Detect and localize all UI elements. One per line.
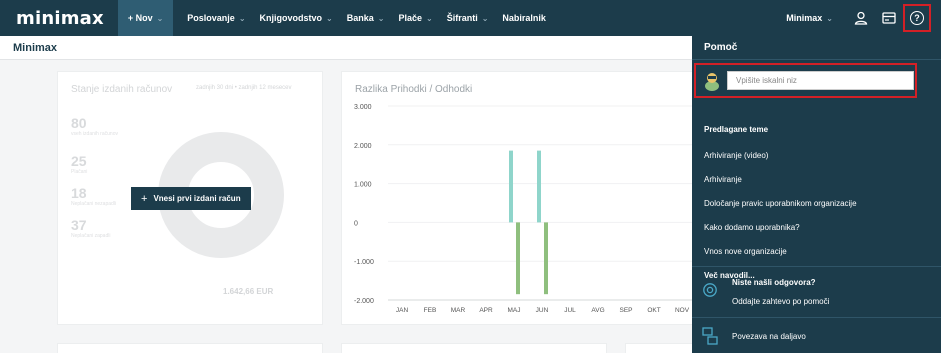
nav-label: Šifranti xyxy=(446,13,478,23)
x-tick-label: JUL xyxy=(564,307,576,314)
divider xyxy=(692,266,941,267)
help-search-box xyxy=(694,63,917,98)
stat-all: 80 vseh izdanih računov xyxy=(71,116,118,137)
chevron-down-icon: ⌄ xyxy=(481,13,489,23)
chevron-down-icon: ⌄ xyxy=(238,13,246,23)
stat-unpaid-due: 37 Neplačani zapadli xyxy=(71,218,110,239)
stat-label: vseh izdanih računov xyxy=(71,131,118,137)
plus-icon: + xyxy=(141,192,148,205)
bar xyxy=(516,222,520,295)
help-topic-link[interactable]: Določanje pravic uporabnikom organizacij… xyxy=(704,199,857,208)
send-help-request-link[interactable]: Oddajte zahtevo po pomoči xyxy=(732,297,829,306)
help-search-input[interactable] xyxy=(727,71,914,90)
nav-label: Plače xyxy=(398,13,422,23)
bottom-card-2 xyxy=(341,343,607,353)
invoices-total: 1.642,66 EUR xyxy=(223,287,274,296)
new-button[interactable]: + Nov ⌄ xyxy=(117,0,174,36)
no-answer-title: Niste našli odgovora? xyxy=(732,278,816,287)
stat-label: Plačani xyxy=(71,169,88,175)
nav-nabiralnik[interactable]: Nabiralnik xyxy=(502,13,546,23)
company-label: Minimax xyxy=(786,13,823,23)
stat-value: 37 xyxy=(71,217,87,233)
help-topic-link[interactable]: Vnos nove organizacije xyxy=(704,247,787,256)
question-icon: ? xyxy=(910,11,924,25)
remote-connection-icon xyxy=(702,327,718,345)
y-tick-label: 2.000 xyxy=(354,143,372,150)
remote-connection-link[interactable]: Povezava na daljavo xyxy=(732,332,806,341)
y-tick-label: 3.000 xyxy=(354,104,372,111)
stat-paid: 25 Plačani xyxy=(71,154,87,175)
help-panel-title: Pomoč xyxy=(692,36,941,60)
assistant-icon xyxy=(705,73,719,91)
help-topic-link[interactable]: Arhiviranje xyxy=(704,175,742,184)
stat-label: Neplačani zapadli xyxy=(71,233,111,239)
divider xyxy=(692,317,941,318)
bottom-card-1 xyxy=(57,343,323,353)
nav-label: Banka xyxy=(346,13,374,23)
cta-label: Vnesi prvi izdani račun xyxy=(153,194,241,203)
period-links[interactable]: zadnjih 30 dni • zadnjih 12 mesecev xyxy=(196,85,292,91)
y-tick-label: -2.000 xyxy=(354,298,374,305)
nav-label: Nabiralnik xyxy=(502,13,546,23)
chevron-down-icon: ⌄ xyxy=(425,13,433,23)
nav-label: Poslovanje xyxy=(187,13,235,23)
y-tick-label: -1.000 xyxy=(354,259,374,266)
nav-banka[interactable]: Banka ⌄ xyxy=(347,13,385,23)
income-expense-chart: 3.000 2.000 1.000 0 -1.000 -2.000 JAN FEB MAR APR… xyxy=(354,104,696,314)
bottom-card-3 xyxy=(625,343,695,353)
x-tick-label: MAR xyxy=(451,307,466,314)
stat-value: 80 xyxy=(71,115,87,131)
company-selector[interactable]: Minimax ⌄ xyxy=(786,13,833,23)
x-tick-label: NOV xyxy=(675,307,690,314)
help-panel: Pomoč Predlagane teme Arhiviranje (video… xyxy=(692,36,941,353)
income-expense-card: Razlika Prihodki / Odhodki 3.000 2.000 1.0… xyxy=(341,71,701,325)
invoices-card: Stanje izdanih računov zadnjih 30 dni • … xyxy=(57,71,323,325)
y-tick-label: 0 xyxy=(354,220,358,227)
chevron-down-icon: ⌄ xyxy=(326,13,333,23)
chevron-down-icon: ⌄ xyxy=(826,13,833,23)
x-tick-label: MAJ xyxy=(508,307,521,314)
help-topic-link[interactable]: Kako dodamo uporabnika? xyxy=(704,223,800,232)
nav-label: Knjigovodstvo xyxy=(259,13,323,23)
y-tick-label: 1.000 xyxy=(354,182,372,189)
stat-value: 18 xyxy=(71,185,87,201)
page-title: Minimax xyxy=(13,42,58,54)
x-tick-label: JAN xyxy=(396,307,409,314)
user-icon[interactable] xyxy=(847,0,875,36)
nav-sifranti[interactable]: Šifranti ⌄ xyxy=(447,13,489,23)
add-first-invoice-button[interactable]: + Vnesi prvi izdani račun xyxy=(131,187,251,210)
chart-title: Razlika Prihodki / Odhodki xyxy=(355,84,473,95)
nav-right-group: Minimax ⌄ ? xyxy=(772,0,941,36)
bar xyxy=(509,150,513,223)
help-button[interactable]: ? xyxy=(903,4,931,32)
bar xyxy=(544,222,548,295)
nav-place[interactable]: Plače ⌄ xyxy=(398,13,432,23)
logo[interactable]: minimax xyxy=(16,8,104,29)
nav-poslovanje[interactable]: Poslovanje ⌄ xyxy=(187,13,245,23)
chevron-down-icon: ⌄ xyxy=(377,13,385,23)
invoices-card-title: Stanje izdanih računov xyxy=(71,84,173,95)
help-topic-link[interactable]: Arhiviranje (video) xyxy=(704,151,768,160)
new-button-label: + Nov xyxy=(127,13,153,23)
lifebuoy-icon xyxy=(703,283,717,297)
card-icon[interactable] xyxy=(875,0,903,36)
x-tick-label: JUN xyxy=(536,307,549,314)
x-tick-label: OKT xyxy=(647,307,660,314)
stat-value: 25 xyxy=(71,153,87,169)
bar xyxy=(537,150,541,223)
x-tick-label: APR xyxy=(479,307,493,314)
chevron-down-icon: ⌄ xyxy=(156,13,164,23)
x-tick-label: AVG xyxy=(591,307,604,314)
nav-knjigovodstvo[interactable]: Knjigovodstvo ⌄ xyxy=(260,13,333,23)
top-navbar: minimax + Nov ⌄ Poslovanje ⌄ Knjigovodstv… xyxy=(0,0,941,36)
stat-unpaid-not-due: 18 Neplačani nezapadli xyxy=(71,186,116,207)
x-tick-label: SEP xyxy=(619,307,632,314)
suggested-topics-title: Predlagane teme xyxy=(704,125,769,134)
stat-label: Neplačani nezapadli xyxy=(71,201,117,207)
x-tick-label: FEB xyxy=(424,307,437,314)
